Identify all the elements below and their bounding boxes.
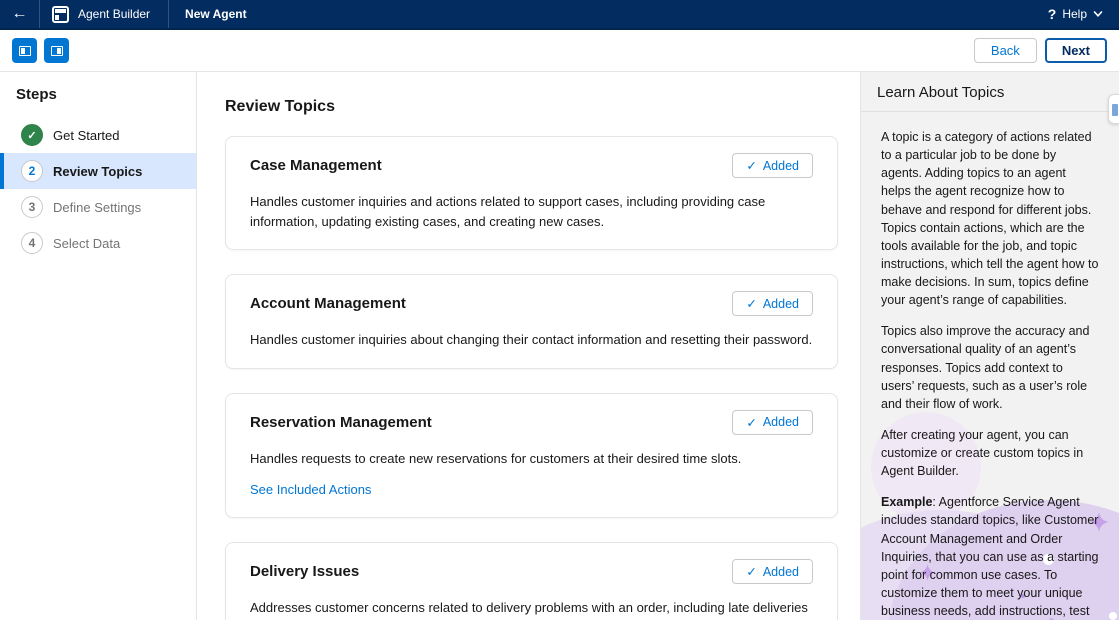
topic-name: Account Management (250, 295, 406, 312)
step-define-settings[interactable]: 3 Define Settings (0, 189, 196, 225)
step-label: Review Topics (53, 164, 142, 179)
arrow-left-icon: ← (12, 5, 28, 23)
back-arrow-button[interactable]: ← (0, 0, 40, 28)
app-switcher[interactable]: Agent Builder (40, 0, 169, 28)
step-select-data[interactable]: 4 Select Data (0, 225, 196, 261)
steps-sidebar: Steps ✓ Get Started 2 Review Topics 3 De… (0, 72, 197, 620)
topic-description: Handles requests to create new reservati… (250, 449, 813, 469)
example-text: : Agentforce Service Agent includes stan… (881, 495, 1099, 620)
right-panel-icon (51, 46, 63, 56)
topic-card-account-management: Account Management ✓ Added Handles custo… (225, 274, 838, 369)
learn-about-topics-panel: Learn About Topics A topic is a category… (860, 72, 1119, 620)
section-title: Review Topics (225, 98, 838, 116)
help-label: Help (1062, 7, 1087, 21)
topic-name: Reservation Management (250, 414, 432, 431)
help-paragraph: After creating your agent, you can custo… (881, 426, 1099, 480)
step-review-topics[interactable]: 2 Review Topics (0, 153, 196, 189)
check-icon: ✓ (746, 415, 756, 430)
step-label: Select Data (53, 236, 120, 251)
help-paragraph: Topics also improve the accuracy and con… (881, 322, 1099, 413)
check-icon: ✓ (746, 564, 756, 579)
toggle-left-panel-button[interactable] (12, 38, 37, 63)
help-menu[interactable]: ? Help (1048, 6, 1119, 22)
step-number: 2 (21, 160, 43, 182)
topic-description: Handles customer inquiries about changin… (250, 330, 813, 350)
step-label: Define Settings (53, 200, 141, 215)
chevron-down-icon (1093, 9, 1103, 19)
see-included-actions-link[interactable]: See Included Actions (250, 482, 371, 497)
help-panel-title: Learn About Topics (861, 72, 1119, 112)
added-toggle-button[interactable]: ✓ Added (732, 410, 813, 435)
step-number: 4 (21, 232, 43, 254)
added-label: Added (763, 297, 799, 311)
review-topics-panel: Review Topics Case Management ✓ Added Ha… (197, 72, 860, 620)
added-label: Added (763, 565, 799, 579)
topic-description: Handles customer inquiries and actions r… (250, 192, 813, 231)
check-icon: ✓ (746, 296, 756, 311)
back-button[interactable]: Back (974, 38, 1037, 63)
topic-description: Addresses customer concerns related to d… (250, 598, 813, 620)
check-icon: ✓ (21, 124, 43, 146)
panel-collapse-handle[interactable] (1108, 94, 1119, 124)
help-paragraph: A topic is a category of actions related… (881, 128, 1099, 309)
help-example-paragraph: Example: Agentforce Service Agent includ… (881, 493, 1099, 620)
topic-card-reservation-management: Reservation Management ✓ Added Handles r… (225, 393, 838, 519)
agent-builder-icon (52, 6, 69, 23)
steps-heading: Steps (16, 86, 196, 103)
added-toggle-button[interactable]: ✓ Added (732, 291, 813, 316)
topic-name: Delivery Issues (250, 563, 359, 580)
question-mark-icon: ? (1048, 6, 1057, 22)
step-get-started[interactable]: ✓ Get Started (0, 117, 196, 153)
added-label: Added (763, 415, 799, 429)
topic-card-case-management: Case Management ✓ Added Handles customer… (225, 136, 838, 250)
next-button[interactable]: Next (1045, 38, 1107, 63)
page-title: New Agent (169, 7, 263, 21)
top-navbar: ← Agent Builder New Agent ? Help (0, 0, 1119, 30)
step-number: 3 (21, 196, 43, 218)
added-label: Added (763, 159, 799, 173)
wizard-toolbar: Back Next (0, 30, 1119, 72)
toggle-right-panel-button[interactable] (44, 38, 69, 63)
topic-name: Case Management (250, 157, 382, 174)
added-toggle-button[interactable]: ✓ Added (732, 153, 813, 178)
app-name: Agent Builder (78, 7, 150, 21)
example-label: Example (881, 495, 932, 509)
added-toggle-button[interactable]: ✓ Added (732, 559, 813, 584)
check-icon: ✓ (746, 158, 756, 173)
topic-card-delivery-issues: Delivery Issues ✓ Added Addresses custom… (225, 542, 838, 620)
left-panel-icon (19, 46, 31, 56)
step-label: Get Started (53, 128, 119, 143)
